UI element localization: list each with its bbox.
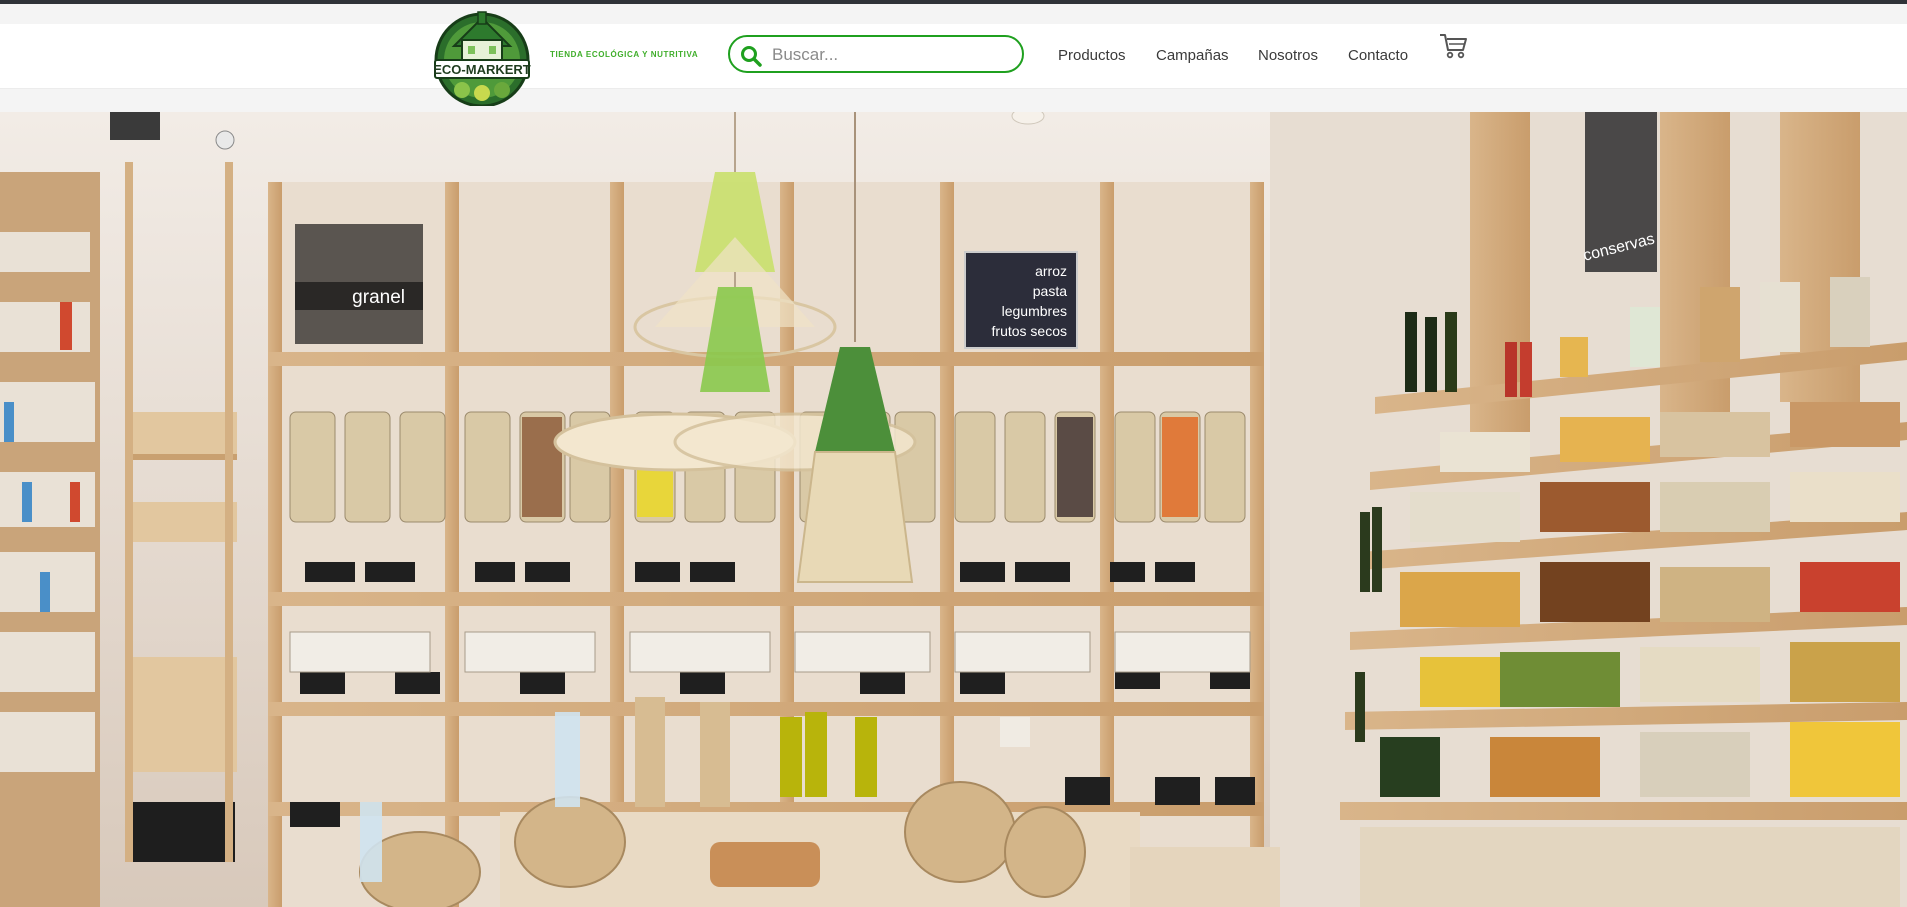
menu-sign-line-3: legumbres bbox=[1002, 303, 1067, 319]
menu-sign-line-1: arroz bbox=[1035, 263, 1067, 279]
tagline: TIENDA ECOLÓGICA Y NUTRITIVA bbox=[550, 50, 699, 59]
search-icon bbox=[741, 46, 762, 67]
granel-sign: granel bbox=[352, 287, 405, 308]
nav-nosotros[interactable]: Nosotros bbox=[1258, 47, 1318, 64]
cart-button[interactable] bbox=[1438, 31, 1468, 61]
top-strip bbox=[0, 0, 1907, 4]
search-input[interactable] bbox=[770, 42, 1014, 68]
nav-contacto[interactable]: Contacto bbox=[1348, 47, 1408, 64]
menu-sign-line-4: frutos secos bbox=[992, 323, 1067, 339]
search-bar[interactable] bbox=[728, 35, 1024, 73]
hero-store-image: granel arroz pasta legumbres frutos seco… bbox=[0, 112, 1907, 907]
menu-sign-line-2: pasta bbox=[1033, 283, 1067, 299]
eco-markert-logo[interactable]: ECO-MARKERT bbox=[432, 4, 532, 108]
nav-campanas[interactable]: Campañas bbox=[1156, 47, 1229, 64]
shopping-cart-icon bbox=[1440, 34, 1467, 59]
nav-productos[interactable]: Productos bbox=[1058, 47, 1126, 64]
logo-wordmark: ECO-MARKERT bbox=[433, 62, 531, 77]
